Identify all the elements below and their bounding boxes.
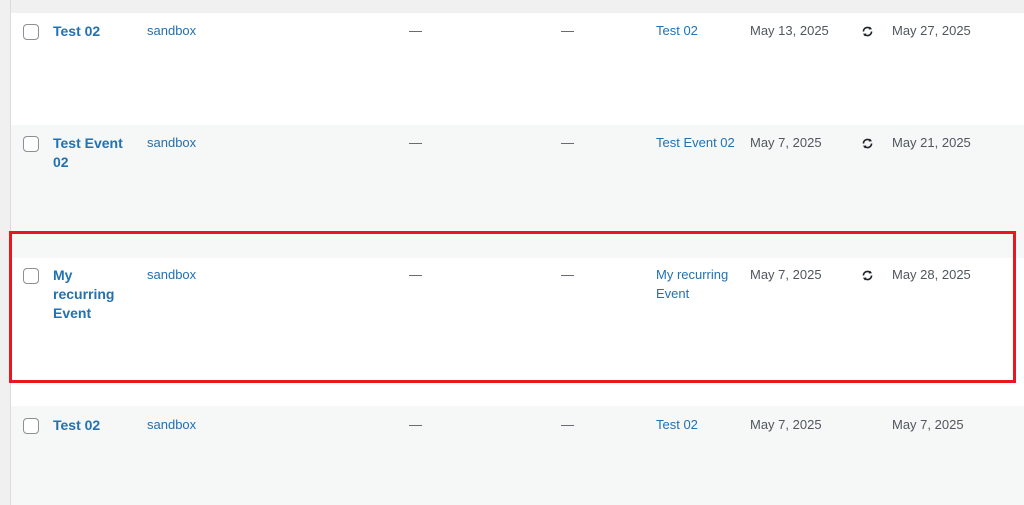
event-link[interactable]: Test 02 [656,415,744,434]
event-link[interactable]: My recurring Event [656,265,744,303]
empty-value: — [409,267,422,282]
author-link[interactable]: sandbox [147,265,196,284]
table-row: Test Event 02 sandbox — — Test Event 02 … [11,125,1024,258]
events-list-screen: Test 02 sandbox — — Test 02 May 13, 2025… [0,0,1024,505]
empty-value: — [561,23,574,38]
event-title-link[interactable]: My recurring Event [53,266,135,323]
start-date: May 7, 2025 [750,417,822,432]
event-title-link[interactable]: Test Event 02 [53,134,135,172]
event-link[interactable]: Test Event 02 [656,133,744,152]
empty-value: — [409,23,422,38]
recurring-icon [861,136,874,149]
empty-value: — [561,417,574,432]
end-date: May 7, 2025 [892,417,964,432]
empty-value: — [409,417,422,432]
end-date: May 21, 2025 [892,135,971,150]
empty-value: — [561,135,574,150]
recurring-icon [861,268,874,281]
row-select-checkbox[interactable] [23,268,39,284]
table-row: Test 02 sandbox — — Test 02 May 7, 2025 … [11,406,1024,505]
author-link[interactable]: sandbox [147,21,196,40]
author-link[interactable]: sandbox [147,415,196,434]
row-select-checkbox[interactable] [23,136,39,152]
start-date: May 13, 2025 [750,23,829,38]
event-title-link[interactable]: Test 02 [53,416,135,435]
start-date: May 7, 2025 [750,135,822,150]
recurring-icon [861,24,874,37]
end-date: May 27, 2025 [892,23,971,38]
table-row: My recurring Event sandbox — — My recurr… [11,258,1024,406]
row-select-checkbox[interactable] [23,418,39,434]
end-date: May 28, 2025 [892,267,971,282]
empty-value: — [409,135,422,150]
events-table: Test 02 sandbox — — Test 02 May 13, 2025… [10,0,1024,505]
event-link[interactable]: Test 02 [656,21,744,40]
author-link[interactable]: sandbox [147,133,196,152]
empty-value: — [561,267,574,282]
start-date: May 7, 2025 [750,267,822,282]
table-row: Test 02 sandbox — — Test 02 May 13, 2025… [11,13,1024,125]
row-select-checkbox[interactable] [23,24,39,40]
event-title-link[interactable]: Test 02 [53,22,135,41]
